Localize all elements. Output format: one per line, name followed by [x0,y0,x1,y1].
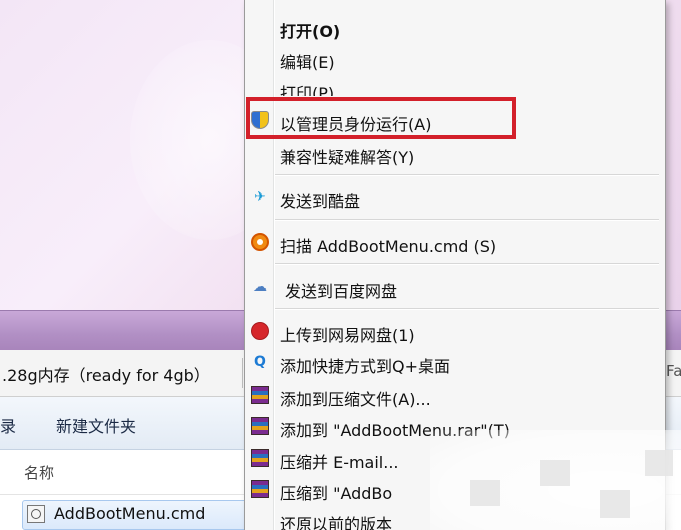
new-folder-button[interactable]: 新建文件夹 [56,413,136,437]
menu-item-label: 还原以前的版本 [280,515,393,530]
menu-separator [275,263,659,265]
memory-info-text: .28g内存（ready for 4gb） [2,366,210,385]
toolbar-partial-button[interactable]: 录 [0,413,16,437]
menu-separator [275,174,659,176]
menu-item-compat-troubleshoot[interactable]: 兼容性疑难解答(Y) [245,138,665,168]
menu-item-label: 扫描 AddBootMenu.cmd (S) [280,237,497,256]
column-name-header[interactable]: 名称 [24,462,54,483]
red-highlight-box [246,97,516,139]
winrar-icon [251,386,269,404]
menu-item-label: 兼容性疑难解答(Y) [280,148,415,167]
menu-separator [275,308,659,310]
winrar-icon [251,417,269,435]
winrar-icon [251,480,269,498]
menu-separator [275,219,659,221]
menu-item-label: 打印(P) [280,84,335,96]
winrar-icon [251,449,269,467]
netease-pan-icon [251,322,269,340]
cmd-file-icon [27,505,45,523]
menu-item-label: 上传到网易网盘(1) [280,326,415,345]
menu-item-print[interactable]: 打印(P) [245,74,665,96]
qplus-icon: Q [254,354,266,370]
menu-item-send-to-baidu-pan[interactable]: ☁ 发送到百度网盘 [245,272,665,302]
menu-item-label: 编辑(E) [280,53,335,72]
antivirus-scan-icon [251,233,269,251]
menu-item-label: 压缩并 E-mail... [280,453,399,472]
menu-item-send-to-kuaipan[interactable]: ✈ 发送到酷盘 [245,182,665,212]
kuaipan-icon: ✈ [254,189,266,205]
menu-item-upload-netease[interactable]: 上传到网易网盘(1) [245,316,665,346]
info-tail-text: Fa [666,362,681,380]
menu-item-label: 发送到酷盘 [280,192,361,211]
menu-item-edit[interactable]: 编辑(E) [245,43,665,73]
menu-item-add-shortcut-qplus[interactable]: Q 添加快捷方式到Q+桌面 [245,347,665,377]
menu-item-open[interactable]: 打开(O) [245,12,665,42]
menu-item-label: 打开(O) [280,22,341,41]
menu-item-add-to-archive[interactable]: 添加到压缩文件(A)... [245,380,665,410]
blurred-watermark [430,430,681,530]
menu-item-label: 添加快捷方式到Q+桌面 [280,357,451,376]
menu-item-scan[interactable]: 扫描 AddBootMenu.cmd (S) [245,227,665,257]
menu-item-label: 添加到压缩文件(A)... [280,390,431,409]
cloud-icon: ☁ [253,279,267,295]
file-name[interactable]: AddBootMenu.cmd [54,504,205,523]
menu-item-label: 发送到百度网盘 [285,282,398,301]
menu-item-label: 压缩到 "AddBo [280,484,393,503]
info-divider [242,358,243,388]
